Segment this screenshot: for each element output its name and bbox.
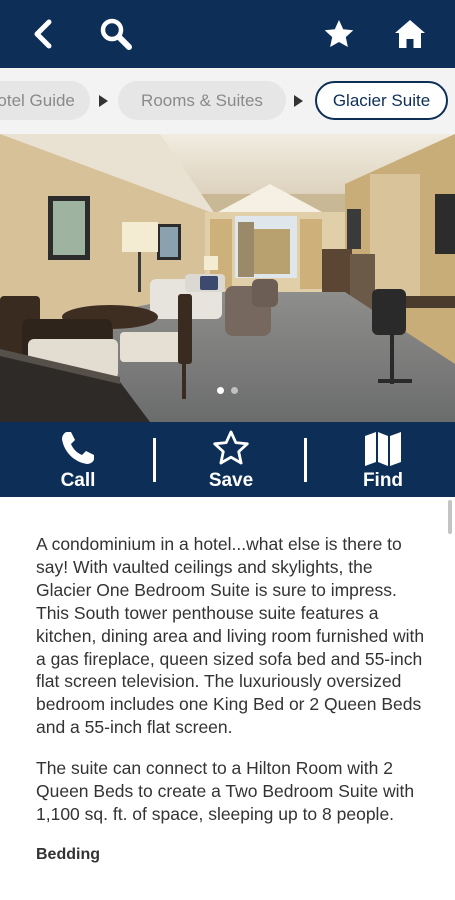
star-icon: [324, 20, 354, 47]
find-button[interactable]: Find: [328, 422, 438, 497]
breadcrumb-item-rooms-suites[interactable]: Rooms & Suites: [118, 81, 286, 120]
find-label: Find: [362, 470, 404, 491]
breadcrumb-separator-icon: [294, 95, 303, 107]
search-button[interactable]: [96, 14, 136, 54]
home-button[interactable]: [390, 14, 430, 54]
bedding-heading: Bedding: [36, 845, 100, 863]
photo-gallery[interactable]: [0, 134, 455, 422]
action-divider: [153, 438, 156, 482]
action-divider: [304, 438, 307, 482]
description-paragraph: A condominium in a hotel...what else is …: [36, 534, 425, 738]
back-button[interactable]: [24, 14, 64, 54]
star-outline-icon: [213, 430, 249, 465]
suite-photo: [0, 134, 455, 422]
breadcrumb: Hotel Guide Rooms & Suites Glacier Suite: [0, 68, 455, 134]
description-paragraph: The suite can connect to a Hilton Room w…: [36, 758, 415, 824]
breadcrumb-item-hotel-guide[interactable]: Hotel Guide: [0, 81, 90, 120]
gallery-dot-active[interactable]: [217, 387, 224, 394]
content-scrollbar[interactable]: [448, 500, 452, 534]
call-button[interactable]: Call: [23, 422, 133, 497]
gallery-dot[interactable]: [231, 387, 238, 394]
home-icon: [395, 20, 425, 48]
search-icon: [100, 18, 132, 50]
map-icon: [365, 432, 401, 466]
breadcrumb-separator-icon: [99, 95, 108, 107]
suite-description: A condominium in a hotel...what else is …: [0, 497, 455, 900]
gallery-pagination[interactable]: [0, 387, 455, 394]
favorite-button[interactable]: [319, 14, 359, 54]
save-button[interactable]: Save: [176, 422, 286, 497]
breadcrumb-item-glacier-suite[interactable]: Glacier Suite: [315, 81, 448, 120]
chevron-left-icon: [34, 19, 52, 49]
save-label: Save: [208, 470, 254, 491]
top-toolbar: [0, 0, 455, 68]
call-label: Call: [60, 470, 96, 491]
action-bar: Call Save Find: [0, 422, 455, 497]
phone-icon: [62, 432, 94, 464]
